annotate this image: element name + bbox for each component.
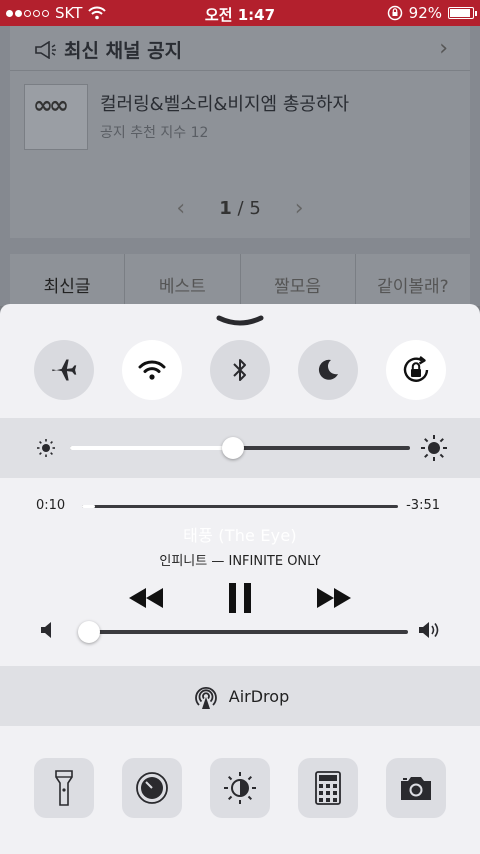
- rotation-lock-toggle[interactable]: [386, 340, 446, 400]
- battery-percent: 92%: [408, 4, 442, 22]
- brightness-row: [0, 418, 480, 478]
- camera-icon: [401, 777, 431, 800]
- airdrop-button[interactable]: AirDrop: [0, 666, 480, 726]
- camera-button[interactable]: [386, 758, 446, 818]
- status-right: 92%: [387, 4, 477, 22]
- bluetooth-icon: [233, 359, 246, 381]
- rewind-icon: [129, 588, 163, 608]
- notice-item-title[interactable]: 컬러링&벨소리&비지엠 총공하자: [100, 90, 349, 116]
- background-app: 최신 채널 공지 › ∞∞ 컬러링&벨소리&비지엠 총공하자 공지 추천 지수 …: [0, 26, 480, 306]
- rewind-button[interactable]: [126, 580, 166, 616]
- wifi-icon: [138, 360, 166, 380]
- airdrop-icon: [194, 686, 217, 709]
- elapsed-time: 0:10: [36, 498, 66, 513]
- wifi-toggle[interactable]: [122, 340, 182, 400]
- flashlight-button[interactable]: [34, 758, 94, 818]
- notice-thumbnail: ∞∞: [24, 84, 88, 150]
- fast-forward-button[interactable]: [314, 580, 354, 616]
- tab-best[interactable]: 베스트: [125, 254, 241, 306]
- notice-item-subtitle: 공지 추천 지수 12: [100, 125, 209, 141]
- tab-gifs[interactable]: 짤모음: [241, 254, 356, 306]
- calculator-button[interactable]: [298, 758, 358, 818]
- night-shift-icon: [224, 772, 256, 804]
- night-shift-button[interactable]: [210, 758, 270, 818]
- song-title: 태풍 (The Eye): [183, 526, 297, 545]
- status-bar: SKT 오전 1:47 92%: [0, 0, 480, 26]
- now-playing: 0:10 -3:51 태풍 (The Eye) 인피니트 — INFINITE …: [0, 484, 480, 664]
- pause-icon: [229, 583, 251, 613]
- volume-slider-knob[interactable]: [77, 621, 100, 643]
- pause-button[interactable]: [222, 580, 258, 616]
- timer-button[interactable]: [122, 758, 182, 818]
- total-pages: 5: [249, 198, 261, 219]
- current-page: 1: [219, 198, 232, 219]
- moon-icon: [318, 359, 338, 380]
- brightness-slider-fill: [70, 446, 234, 450]
- rotation-lock-icon: [403, 356, 429, 382]
- control-center: 0:10 -3:51 태풍 (The Eye) 인피니트 — INFINITE …: [0, 304, 480, 854]
- tab-watch-together[interactable]: 같이볼래?: [356, 254, 470, 306]
- airplane-mode-toggle[interactable]: [34, 340, 94, 400]
- fast-forward-icon: [317, 588, 351, 608]
- brightness-low-icon: [37, 439, 55, 457]
- volume-low-icon: [41, 622, 51, 638]
- airdrop-label: AirDrop: [228, 686, 290, 706]
- playback-progress-bar[interactable]: [82, 505, 398, 508]
- notice-title: 최신 채널 공지: [64, 40, 183, 62]
- next-page-button[interactable]: ›: [295, 196, 304, 221]
- previous-page-button[interactable]: ‹: [176, 196, 185, 221]
- playback-progress-fill: [82, 505, 95, 508]
- chevron-right-icon[interactable]: ›: [439, 36, 448, 61]
- infinity-logo-icon: ∞∞: [33, 91, 69, 119]
- board-tabs: 최신글 베스트 짤모음 같이볼래?: [10, 254, 470, 306]
- battery-icon: [448, 7, 477, 19]
- tab-latest[interactable]: 최신글: [10, 254, 126, 306]
- brightness-slider-knob[interactable]: [222, 437, 245, 459]
- timer-icon: [136, 772, 168, 804]
- toggle-row: [0, 340, 480, 404]
- grabber-handle-icon[interactable]: [215, 314, 265, 328]
- volume-slider[interactable]: [82, 630, 408, 634]
- megaphone-icon: [35, 40, 56, 59]
- divider: [10, 70, 470, 71]
- page-separator: /: [237, 198, 244, 219]
- do-not-disturb-toggle[interactable]: [298, 340, 358, 400]
- brightness-high-icon: [421, 435, 447, 461]
- artist-album: 인피니트 — INFINITE ONLY: [159, 554, 321, 569]
- remaining-time: -3:51: [406, 498, 440, 513]
- volume-high-icon: [419, 622, 439, 638]
- shortcut-row: [0, 744, 480, 824]
- flashlight-icon: [55, 770, 73, 806]
- bluetooth-toggle[interactable]: [210, 340, 270, 400]
- airplane-icon: [52, 359, 77, 381]
- calculator-icon: [315, 771, 341, 805]
- notice-header: 최신 채널 공지: [34, 36, 182, 63]
- pager: ‹ 1 / 5 ›: [0, 196, 480, 221]
- orientation-lock-status-icon: [387, 5, 402, 21]
